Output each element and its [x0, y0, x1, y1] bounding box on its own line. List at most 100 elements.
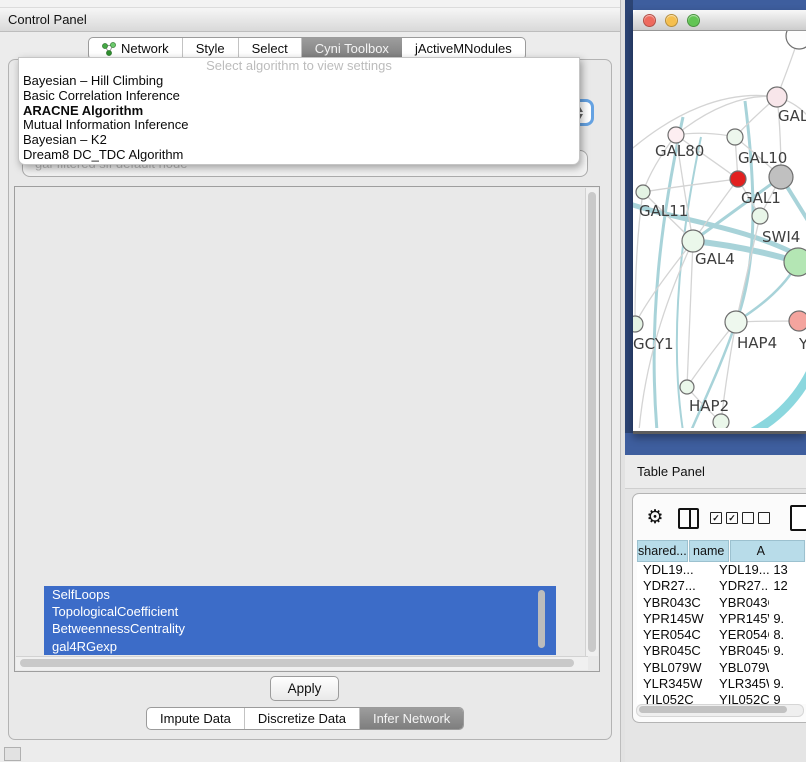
node-table: shared...nameA YDL19...YDL19...13YDR27..… — [637, 540, 806, 704]
document-icon[interactable] — [790, 505, 806, 531]
table-horizontal-scrollbar[interactable] — [636, 704, 804, 717]
table-cell: YDR27... — [637, 578, 711, 594]
table-cell — [769, 595, 806, 611]
column-header-a[interactable]: A — [730, 540, 805, 562]
network-node-gal80[interactable] — [668, 127, 684, 143]
column-header-shared[interactable]: shared... — [637, 540, 688, 562]
resize-grip[interactable] — [4, 747, 21, 761]
table-cell: YBR045C — [637, 643, 711, 659]
table-row[interactable]: YLR345WYLR345W9. — [637, 676, 806, 692]
network-node-hap2[interactable] — [680, 380, 694, 394]
table-cell: YDR27... — [711, 578, 769, 594]
network-node-gray-hub[interactable] — [769, 165, 793, 189]
close-traffic-light-icon[interactable] — [643, 14, 656, 27]
node-label: HAP2 — [689, 397, 729, 415]
data-attributes-list[interactable]: SelfLoopsTopologicalCoefficientBetweenne… — [44, 586, 556, 655]
network-view-window: GALGAL80GAL10GAL1GAL11SWI4GAL4GCY1HAP4YH… — [633, 10, 806, 434]
network-node-gal11[interactable] — [636, 185, 650, 199]
tab-network[interactable]: Network — [89, 38, 183, 59]
table-cell: 9. — [769, 643, 806, 659]
table-cell: 9. — [769, 676, 806, 692]
network-node-gal1[interactable] — [730, 171, 746, 187]
node-label: GCY1 — [633, 335, 674, 353]
tab-infer-network[interactable]: Infer Network — [360, 708, 463, 729]
network-canvas[interactable]: GALGAL80GAL10GAL1GAL11SWI4GAL4GCY1HAP4YH… — [633, 31, 806, 428]
tab-impute-data[interactable]: Impute Data — [147, 708, 245, 729]
attribute-list-item[interactable]: gal4RGexp — [44, 638, 556, 655]
table-row[interactable]: YPR145WYPR145W9. — [637, 611, 806, 627]
node-label: GAL — [778, 107, 806, 125]
network-node-top-white[interactable] — [786, 31, 806, 49]
network-node-gal4[interactable] — [682, 230, 704, 252]
node-label: GAL10 — [738, 149, 787, 167]
network-window-titlebar[interactable] — [633, 10, 806, 31]
attribute-list-item[interactable]: BetweennessCentrality — [44, 620, 556, 637]
network-node-hap4[interactable] — [725, 311, 747, 333]
table-row[interactable]: YBR043CYBR043C — [637, 595, 806, 611]
tab-select[interactable]: Select — [239, 38, 302, 59]
algorithm-option[interactable]: Bayesian – K2 — [19, 133, 579, 148]
table-row[interactable]: YER054CYER054C8. — [637, 627, 806, 643]
tab-label: Select — [252, 41, 288, 56]
network-edge[interactable] — [687, 241, 693, 387]
table-row[interactable]: YBR045CYBR045C9. — [637, 643, 806, 659]
columns-icon[interactable] — [678, 508, 699, 529]
network-node-bottom-green[interactable] — [713, 414, 729, 428]
tab-style[interactable]: Style — [183, 38, 239, 59]
algorithm-option[interactable]: Bayesian – Hill Climbing — [19, 74, 579, 89]
algorithm-option[interactable]: Basic Correlation Inference — [19, 89, 579, 104]
network-edge[interactable] — [687, 322, 736, 387]
tab-discretize-data[interactable]: Discretize Data — [245, 708, 360, 729]
attribute-list-item[interactable]: TopologicalCoefficient — [44, 603, 556, 620]
apply-button[interactable]: Apply — [270, 676, 339, 701]
table-row[interactable]: YDR27...YDR27...12 — [637, 578, 806, 594]
table-row[interactable]: YBL079WYBL079W — [637, 660, 806, 676]
network-node-gal10[interactable] — [727, 129, 743, 145]
gear-icon[interactable]: ⚙ — [645, 506, 665, 528]
algorithm-option[interactable]: ARACNE Algorithm — [19, 104, 579, 119]
vertical-scrollbar[interactable] — [585, 188, 598, 656]
table-cell: YBR045C — [711, 643, 769, 659]
network-node-gal-pink-top[interactable] — [767, 87, 787, 107]
node-label: HAP4 — [737, 334, 777, 352]
network-edge[interactable] — [676, 96, 777, 135]
algorithm-option[interactable]: Mutual Information Inference — [19, 118, 579, 133]
attribute-list-item[interactable]: SelfLoops — [44, 586, 556, 603]
node-label: SWI4 — [762, 228, 800, 246]
network-node-swi4[interactable] — [752, 208, 768, 224]
table-rows: YDL19...YDL19...13YDR27...YDR27...12YBR0… — [637, 562, 806, 704]
table-row[interactable]: YIL052CYIL052C9 — [637, 692, 806, 704]
minimize-traffic-light-icon[interactable] — [665, 14, 678, 27]
network-node-green-right[interactable] — [784, 248, 806, 276]
table-row[interactable]: YDL19...YDL19...13 — [637, 562, 806, 578]
network-edge[interactable] — [676, 133, 735, 137]
network-edge[interactable] — [751, 367, 806, 428]
algorithm-option[interactable]: Dream8 DC_TDC Algorithm — [19, 148, 579, 163]
deselect-all-columns-icon[interactable] — [742, 512, 774, 524]
table-cell — [769, 660, 806, 676]
tab-jactivemnodules[interactable]: jActiveMNodules — [402, 38, 525, 59]
column-header-name[interactable]: name — [689, 540, 729, 562]
horizontal-scrollbar[interactable] — [16, 656, 588, 670]
table-header-row: shared...nameA — [637, 540, 806, 562]
zoom-traffic-light-icon[interactable] — [687, 14, 700, 27]
dropdown-placeholder: Select algorithm to view settings — [19, 58, 579, 74]
table-cell: YBR043C — [711, 595, 769, 611]
table-cell: YDL19... — [637, 562, 711, 578]
table-cell: 9 — [769, 692, 806, 704]
table-cell: YBR043C — [637, 595, 711, 611]
tab-label: Style — [196, 41, 225, 56]
desktop-shadow-band — [625, 0, 633, 433]
table-cell: YER054C — [711, 627, 769, 643]
network-node-gcy1[interactable] — [633, 316, 643, 332]
list-scrollbar-thumb[interactable] — [538, 590, 545, 648]
tab-label: Impute Data — [160, 711, 231, 726]
tab-label: Network — [121, 41, 169, 56]
table-cell: YIL052C — [711, 692, 769, 704]
network-node-salmon-right[interactable] — [789, 311, 806, 331]
table-cell: 8. — [769, 627, 806, 643]
tab-cyni-toolbox[interactable]: Cyni Toolbox — [302, 38, 402, 59]
network-icon — [102, 42, 116, 56]
select-all-columns-icon[interactable]: ✓✓ — [710, 512, 742, 524]
table-cell: YER054C — [637, 627, 711, 643]
